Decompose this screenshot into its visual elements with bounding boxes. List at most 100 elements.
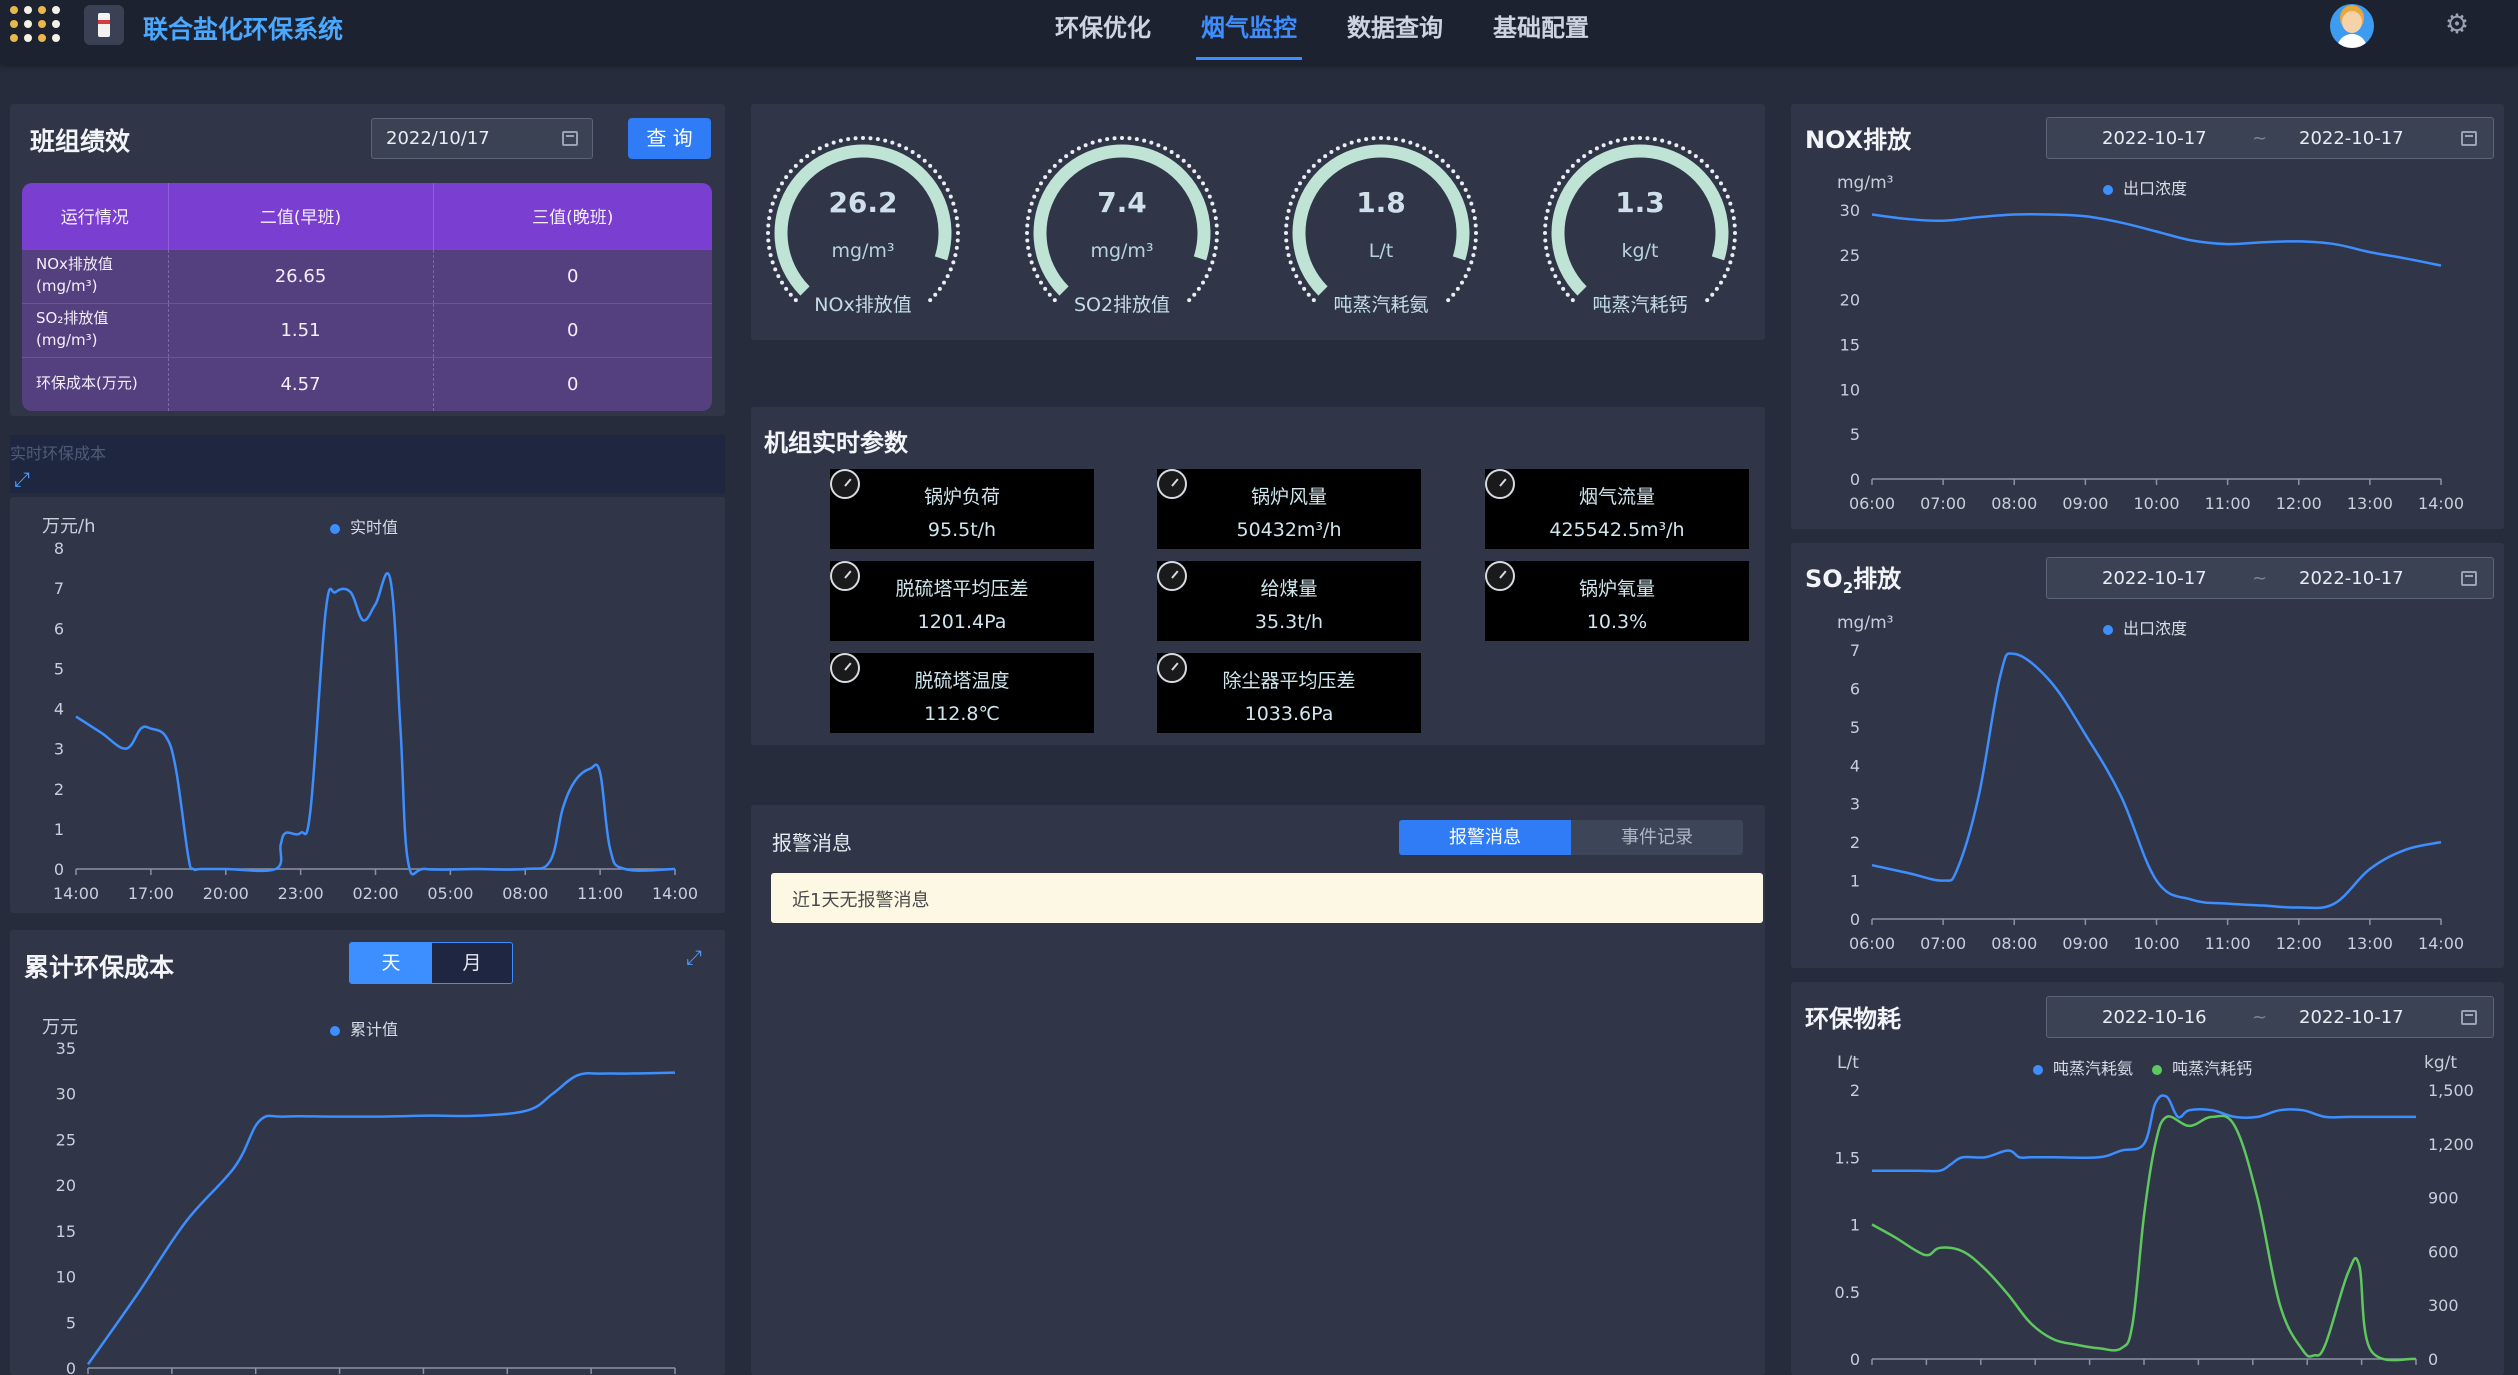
param-card: 锅炉风量 50432m³/h: [1157, 469, 1421, 549]
expand-icon[interactable]: ⤢: [14, 468, 36, 490]
gauge-tick-dot: [1460, 280, 1465, 285]
alarm-tabs: 报警消息 事件记录: [1399, 820, 1743, 855]
query-button[interactable]: 查 询: [628, 118, 711, 159]
gauge-arc: [774, 144, 952, 296]
gauge-tick-dot: [942, 280, 947, 285]
gauge-value: 7.4: [1097, 186, 1147, 219]
legend-dot: [2033, 1064, 2043, 1075]
gauge-tick-dot: [773, 267, 778, 272]
tab-alarm-messages[interactable]: 报警消息: [1399, 820, 1571, 855]
gauge-unit: mg/m³: [1090, 240, 1154, 262]
y-tick-label: 1: [1850, 1216, 1860, 1235]
gauge-tick-dot: [1335, 146, 1340, 151]
factory-icon: [84, 5, 124, 45]
gauge-tick-dot: [1215, 231, 1219, 235]
gauge-tick-dot: [1667, 140, 1672, 145]
gauge-tick-dot: [937, 175, 942, 180]
gauge-tick-dot: [1699, 158, 1704, 163]
period-month-button[interactable]: 月: [432, 943, 512, 983]
y-tick-label: 0: [1850, 1350, 1860, 1369]
y-tick-label: 3: [1850, 795, 1860, 814]
gauge-tick-dot: [1297, 280, 1302, 285]
gauge-tick-dot: [1156, 143, 1161, 148]
nox-date-to: 2022-10-17: [2299, 127, 2404, 149]
consumption-date-range[interactable]: 2022-10-16 ~ 2022-10-17: [2046, 996, 2494, 1038]
so2-y-unit: mg/m³: [1837, 613, 1894, 633]
param-name: 锅炉风量: [1250, 486, 1327, 508]
param-card: 烟气流量 425542.5m³/h: [1485, 469, 1749, 549]
gauge-tick-dot: [1674, 143, 1679, 148]
gauge-tick-dot: [1284, 231, 1288, 235]
y2-tick-label: 1,500: [2428, 1081, 2474, 1100]
user-avatar-icon[interactable]: [2330, 4, 2374, 48]
period-day-button[interactable]: 天: [350, 943, 432, 983]
gauge: 26.2 mg/m³ NOx排放值: [763, 130, 993, 330]
gauge: 1.3 kg/t 吨蒸汽耗钙: [1540, 130, 1770, 330]
gauge-tick-dot: [779, 181, 784, 186]
gauge-tick-dot: [1201, 181, 1206, 186]
gauge-tick-dot: [1463, 274, 1468, 279]
nox-date-range[interactable]: 2022-10-17 ~ 2022-10-17: [2046, 117, 2494, 159]
gauge-tick-dot: [1142, 138, 1147, 143]
y2-tick-label: 0: [2428, 1350, 2438, 1369]
gauge-tick-dot: [1090, 140, 1095, 145]
col-header-shift-morning: 二值(早班): [168, 183, 434, 249]
gauge-tick-dot: [868, 136, 873, 141]
gauge: 1.8 L/t 吨蒸汽耗氨: [1281, 130, 1511, 330]
gauge-arc: [1033, 144, 1211, 296]
nav-tab-base-config[interactable]: 基础配置: [1468, 10, 1614, 60]
gauge-tick-dot: [1120, 136, 1124, 140]
gauge-tick-dot: [1070, 149, 1075, 154]
gauge-tick-dot: [831, 140, 836, 145]
nav-tab-data-query[interactable]: 数据查询: [1322, 10, 1468, 60]
gauge-tick-dot: [890, 140, 895, 145]
y-tick-label: 6: [54, 619, 64, 638]
realtime-cost-chart: 0 1 2 3 4 5 6 7 8 14:00 17:00 20:00 23:00 02:00 05:00 0…: [53, 539, 698, 903]
gear-icon[interactable]: ⚙: [2442, 10, 2472, 40]
gauge-tick-dot: [1630, 136, 1635, 141]
gauge-tick-dot: [1181, 158, 1186, 163]
gauge-tick-dot: [1192, 169, 1197, 174]
gauge-tick-dot: [1681, 146, 1686, 151]
gauge-tick-dot: [1401, 138, 1406, 143]
expand-icon[interactable]: ⤢: [686, 946, 708, 968]
nav-tab-optimization[interactable]: 环保优化: [1030, 10, 1176, 60]
x-tick-label: 08:00: [1991, 934, 2037, 953]
y-tick-label: 7: [1850, 641, 1860, 660]
gauge-tick-dot: [955, 223, 960, 228]
alarm-title: 报警消息: [772, 831, 852, 855]
table-row: NOx排放值(mg/m³) 26.65 0: [22, 248, 712, 303]
so2-title-sub: 2: [1842, 578, 1854, 597]
nav-tab-flue-gas-monitor[interactable]: 烟气监控: [1176, 10, 1322, 60]
team-date-picker[interactable]: 2022/10/17: [371, 118, 593, 159]
consumption-chart: 0 0.5 1 1.5 2 0 300 600 900 1,200 1,500: [1835, 1081, 2474, 1369]
x-tick-label: 06:00: [1849, 494, 1895, 513]
gauge-label: NOx排放值: [814, 294, 912, 316]
gauge-tick-dot: [1097, 138, 1102, 143]
y-tick-label: 2: [1850, 1081, 1860, 1100]
param-value: 50432m³/h: [1236, 519, 1342, 541]
gauge-tick-dot: [933, 169, 938, 174]
alarm-message-text: 近1天无报警消息: [792, 890, 930, 911]
series-line: [1871, 652, 2442, 910]
gauge-tick-dot: [875, 137, 880, 142]
so2-date-range[interactable]: 2022-10-17 ~ 2022-10-17: [2046, 557, 2494, 599]
y-tick-label: 0: [1850, 910, 1860, 929]
gauge-tick-dot: [1163, 146, 1168, 151]
y-tick-label: 30: [1840, 201, 1860, 220]
y-tick-label: 7: [54, 579, 64, 598]
gauge-tick-dot: [1058, 158, 1063, 163]
param-value: 1201.4Pa: [917, 611, 1007, 633]
gauge-tick-dot: [956, 231, 960, 235]
gauge-tick-dot: [1473, 223, 1478, 228]
gauge-row: 26.2 mg/m³ NOx排放值 7.4 mg/m³ SO2排放值 1.8 L/t 吨蒸汽耗氨…: [751, 130, 1765, 330]
gauge-value: 26.2: [828, 186, 898, 219]
gauge-icon: [830, 653, 860, 683]
gauge-tick-dot: [817, 146, 822, 151]
y-tick-label: 0: [1850, 470, 1860, 489]
gauge-tick-dot: [1719, 280, 1724, 285]
nox-title: NOX排放: [1805, 126, 1912, 154]
so2-date-from: 2022-10-17: [2102, 567, 2207, 589]
tab-event-records[interactable]: 事件记录: [1571, 820, 1743, 855]
gauge-tick-dot: [1329, 149, 1334, 154]
